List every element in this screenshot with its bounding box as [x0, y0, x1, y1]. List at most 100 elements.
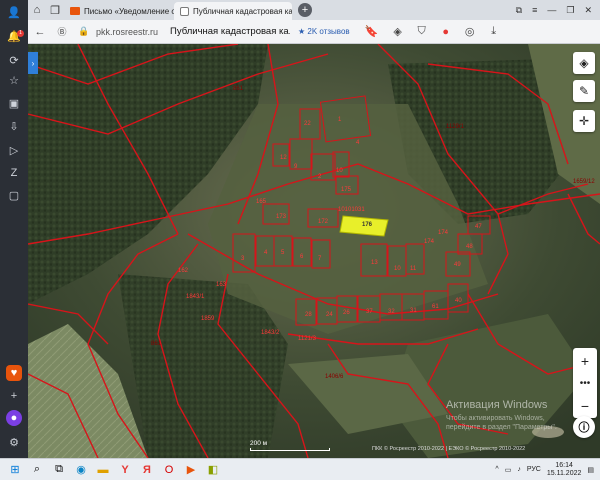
edge-icon[interactable]: ◉: [70, 461, 92, 479]
parcel-label: 6: [300, 254, 304, 260]
reviews-link[interactable]: ★ 2K отзывов: [298, 27, 350, 36]
screenshot-icon[interactable]: ▢: [6, 187, 22, 203]
downloads-icon[interactable]: ⇩: [6, 118, 22, 134]
parcel-label: 61: [432, 304, 439, 310]
layers-button[interactable]: ◈: [573, 52, 595, 74]
parcel-label: 40: [455, 298, 462, 304]
zen-icon[interactable]: Z: [6, 165, 22, 181]
download-icon[interactable]: ⤓: [486, 24, 502, 40]
volume-icon[interactable]: ♪: [517, 466, 521, 473]
minimize-icon[interactable]: —: [547, 5, 556, 16]
zoom-in-button[interactable]: +: [581, 353, 589, 369]
info-icon: ⓘ: [578, 422, 590, 434]
task-view-icon[interactable]: ⧉: [48, 461, 70, 479]
search-icon[interactable]: ⌕: [26, 461, 48, 479]
parcel-label: 47: [475, 224, 482, 230]
info-button[interactable]: ⓘ: [573, 416, 595, 438]
collections-icon[interactable]: ▣: [6, 95, 22, 111]
clock[interactable]: 16:14 15.11.2022: [547, 462, 582, 478]
mail-app-icon[interactable]: ♥: [6, 365, 22, 381]
browser-sidebar: 👤 🔔 1 ⟳ ☆ ▣ ⇩ ▷ Z ▢ ♥ + ● ⚙: [0, 0, 28, 458]
language-indicator[interactable]: РУС: [527, 466, 541, 473]
layers-icon: ◈: [579, 56, 589, 70]
adblock-icon[interactable]: ●: [438, 24, 454, 40]
parcel-label: 1: [338, 117, 342, 123]
parcel-label: 861: [233, 86, 244, 92]
home-icon[interactable]: ⌂: [28, 1, 46, 19]
maximize-icon[interactable]: ❐: [566, 5, 574, 16]
locate-button[interactable]: ✛: [573, 110, 595, 132]
parcel-label: 174: [438, 230, 449, 236]
add-panel-icon[interactable]: +: [6, 388, 22, 404]
parcel-label: 165: [256, 199, 267, 205]
profile-icon[interactable]: 👤: [6, 4, 22, 20]
parcel-label: 22: [304, 121, 311, 127]
parcel-label: 10101031: [338, 207, 365, 213]
parcel-label: 24: [326, 312, 333, 318]
parcel-label: 861: [151, 341, 162, 347]
notification-center-icon[interactable]: ▤: [587, 466, 594, 474]
yandex-browser-icon[interactable]: Y: [114, 461, 136, 479]
parcel-label: 11: [410, 266, 417, 272]
lock-icon: 🔒: [78, 26, 90, 36]
panel-toggle-button[interactable]: ›: [28, 52, 38, 74]
crosshair-icon: ✛: [578, 114, 590, 128]
ruler-button[interactable]: ✎: [573, 80, 595, 102]
bookmarks-bar-icon[interactable]: ⧉: [516, 5, 522, 16]
opera-icon[interactable]: O: [158, 461, 180, 479]
alice-assistant-icon[interactable]: ●: [6, 410, 22, 426]
parcel-label: 10: [394, 266, 401, 272]
site-icon: [180, 6, 189, 16]
menu-icon[interactable]: ≡: [532, 5, 537, 16]
chevron-up-icon[interactable]: ^: [495, 466, 498, 473]
media-icon[interactable]: ▶: [180, 461, 202, 479]
scale-bar: [250, 448, 330, 451]
parcel-label: 1843/2: [261, 330, 280, 336]
shield-icon[interactable]: ⛉: [414, 24, 430, 40]
tab-mail[interactable]: Письмо «Уведомление о: [64, 2, 174, 20]
extensions-icon[interactable]: ◎: [462, 24, 478, 40]
selected-parcel-label: 176: [362, 222, 373, 228]
app-icon[interactable]: ◧: [202, 461, 224, 479]
notification-badge: 1: [17, 30, 24, 37]
page-title: Публичная кадастровая ка...: [170, 26, 291, 37]
system-tray: ^ ▭ ♪ РУС 16:14 15.11.2022 ▤: [495, 462, 600, 478]
windows-taskbar: ⊞ ⌕ ⧉ ◉ ▬ Y Я O ▶ ◧ ^ ▭ ♪ РУС 16:14 15.1…: [0, 458, 600, 480]
parcel-label: 31: [410, 308, 417, 314]
file-explorer-icon[interactable]: ▬: [92, 461, 114, 479]
yandex-icon[interactable]: Я: [136, 461, 158, 479]
parcel-label: 4: [356, 140, 360, 146]
yandex-b-icon[interactable]: Ⓑ: [54, 24, 70, 40]
parcel-label: 1659/12: [573, 179, 595, 185]
parcel-label: 1129/1: [446, 124, 464, 130]
parcel-label: 3: [241, 256, 245, 262]
bookmark-icon[interactable]: 🔖: [364, 24, 380, 40]
tab-pkk[interactable]: Публичная кадастровая ка ✕: [174, 2, 292, 20]
ruler-icon: ✎: [578, 84, 590, 98]
parcel-label: 49: [454, 262, 461, 268]
cadastral-map[interactable]: › 861 1129/1 1659/12 1 4 22 9 12 2 10 175 10101031 1…: [28, 44, 600, 458]
address-bar[interactable]: pkk.rosreestr.ru: [96, 27, 158, 37]
sidebar-settings-icon[interactable]: ⚙: [6, 434, 22, 450]
more-options-button[interactable]: •••: [580, 378, 591, 389]
parcel-label: 1121/3: [298, 336, 316, 342]
windows-activation-text: Чтобы активировать Windows, перейдите в …: [446, 415, 557, 431]
zoom-out-button[interactable]: −: [581, 398, 589, 414]
bookmarks-icon[interactable]: ☆: [6, 72, 22, 88]
parcel-label: 174: [424, 239, 435, 245]
network-icon[interactable]: ▭: [505, 466, 512, 474]
start-button[interactable]: ⊞: [4, 461, 26, 479]
back-icon[interactable]: ←: [32, 24, 48, 40]
tab-label: Письмо «Уведомление о: [84, 6, 174, 16]
parcel-label: 10: [336, 168, 343, 174]
new-tab-button[interactable]: +: [298, 3, 312, 17]
close-window-icon[interactable]: ✕: [584, 5, 592, 16]
video-icon[interactable]: ▷: [6, 142, 22, 158]
history-icon[interactable]: ⟳: [6, 52, 22, 68]
parcel-label: 12: [280, 155, 287, 161]
navigation-bar: ← Ⓑ 🔒 pkk.rosreestr.ru Публичная кадастр…: [28, 20, 600, 44]
tabs-manager-icon[interactable]: ❐: [46, 1, 64, 19]
scale-label: 200 м: [250, 440, 268, 447]
protect-icon[interactable]: ◈: [390, 24, 406, 40]
parcel-label: 4: [264, 250, 268, 256]
